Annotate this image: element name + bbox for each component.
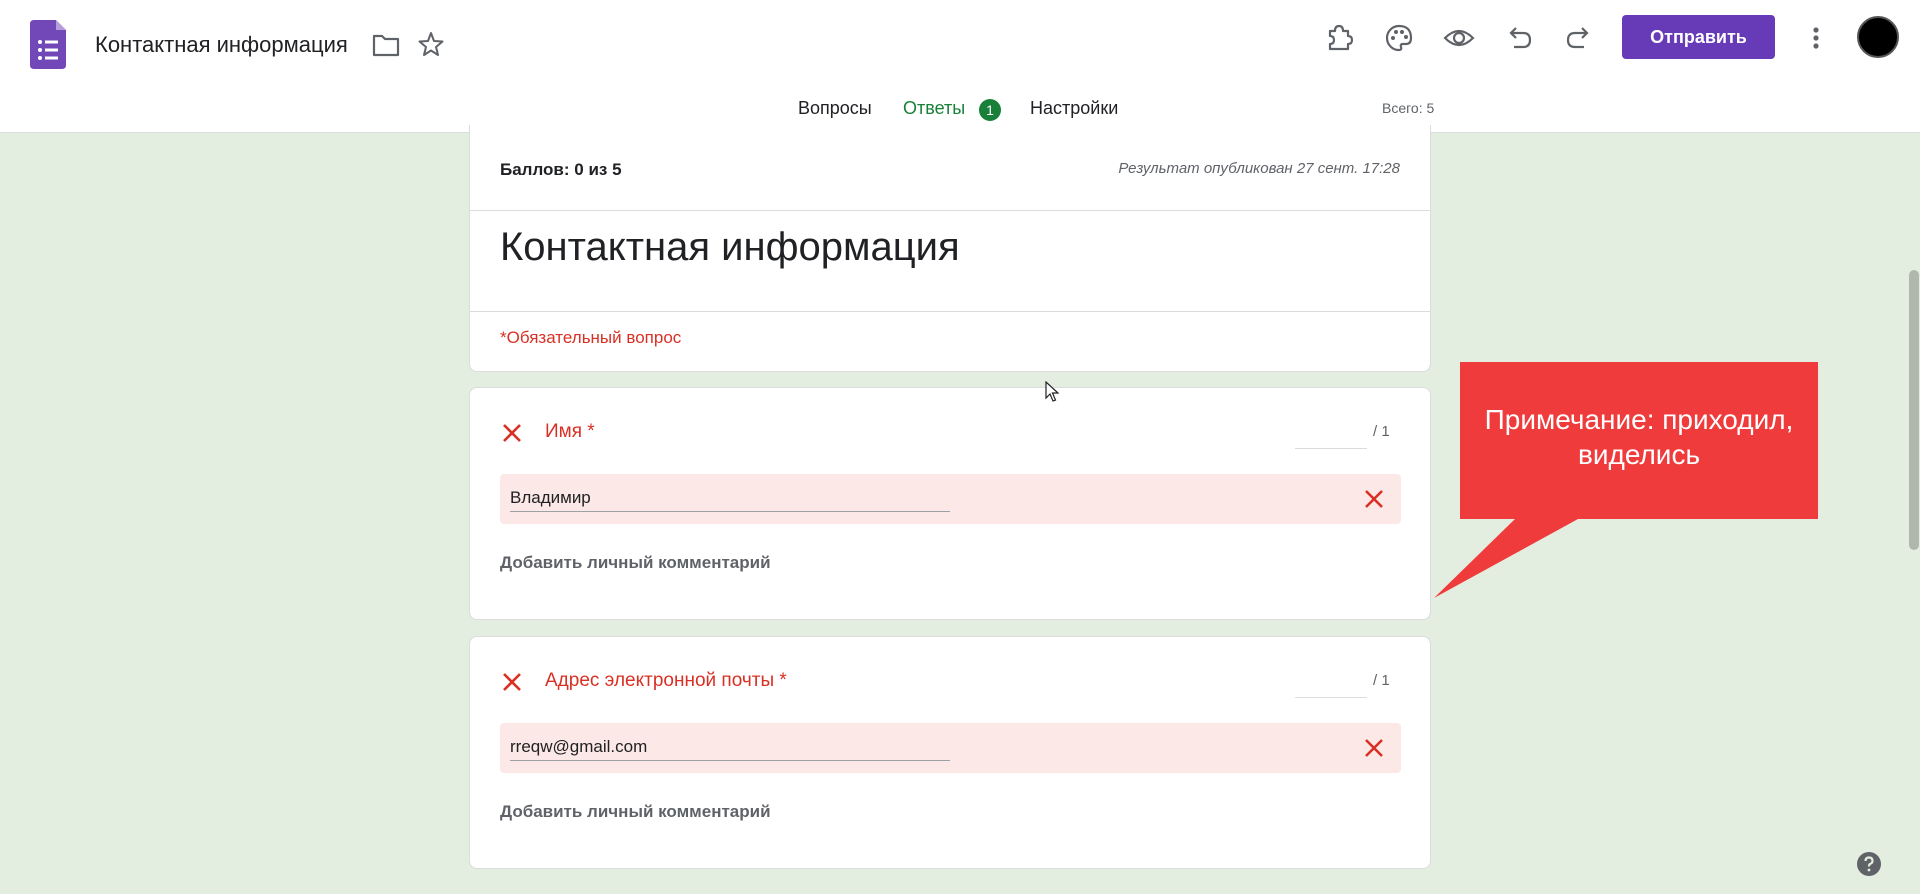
answer-box: Владимир xyxy=(500,474,1401,524)
more-vert-icon[interactable] xyxy=(1804,22,1828,54)
tab-settings[interactable]: Настройки xyxy=(1030,98,1118,119)
answer-underline xyxy=(510,511,950,512)
mouse-cursor-icon xyxy=(1045,381,1059,402)
forms-logo-icon[interactable] xyxy=(30,20,66,69)
incorrect-icon xyxy=(1365,490,1383,508)
required-note: *Обязательный вопрос xyxy=(500,328,682,347)
add-comment-link[interactable]: Добавить личный комментарий xyxy=(500,802,771,822)
divider xyxy=(470,210,1430,211)
divider xyxy=(470,311,1430,312)
incorrect-icon xyxy=(503,673,521,691)
points-max: / 1 xyxy=(1373,672,1390,689)
form-title: Контактная информация xyxy=(500,225,960,269)
star-icon[interactable] xyxy=(417,30,445,58)
app-header: Контактная информация Отправить Вопросы … xyxy=(0,0,1920,133)
points-input[interactable] xyxy=(1295,665,1367,698)
eye-icon[interactable] xyxy=(1443,22,1475,54)
answer-underline xyxy=(510,760,950,761)
callout-line: Примечание: приходил, xyxy=(1484,404,1794,435)
response-summary-card: Баллов: 0 из 5 Результат опубликован 27 … xyxy=(469,125,1431,372)
points-max: / 1 xyxy=(1373,423,1390,440)
puzzle-icon[interactable] xyxy=(1323,22,1355,54)
add-comment-link[interactable]: Добавить личный комментарий xyxy=(500,553,771,573)
answer-box: rreqw@gmail.com xyxy=(500,723,1401,773)
scrollbar-thumb[interactable] xyxy=(1909,270,1919,550)
incorrect-icon xyxy=(1365,739,1383,757)
folder-icon[interactable] xyxy=(372,32,400,58)
answer-text: rreqw@gmail.com xyxy=(510,737,648,756)
redo-icon[interactable] xyxy=(1563,22,1595,54)
callout-line: виделись xyxy=(1577,439,1701,470)
responses-count-badge: 1 xyxy=(979,99,1001,121)
question-title: Имя * xyxy=(545,421,595,442)
avatar[interactable] xyxy=(1857,16,1899,58)
incorrect-icon xyxy=(503,424,521,442)
points-input[interactable] xyxy=(1295,416,1367,449)
published-status: Результат опубликован 27 сент. 17:28 xyxy=(1118,160,1400,177)
callout-note: Примечание: приходил, виделись xyxy=(1460,402,1818,472)
answer-text: Владимир xyxy=(510,488,591,507)
document-title[interactable]: Контактная информация xyxy=(95,30,348,60)
total-score: Баллов: 0 из 5 xyxy=(500,160,622,179)
question-card-email: Адрес электронной почты * / 1 rreqw@gmai… xyxy=(469,636,1431,869)
question-title: Адрес электронной почты * xyxy=(545,670,787,691)
tab-questions[interactable]: Вопросы xyxy=(798,98,872,119)
question-card-name: Имя * / 1 Владимир Добавить личный комме… xyxy=(469,387,1431,620)
palette-icon[interactable] xyxy=(1383,22,1415,54)
send-button[interactable]: Отправить xyxy=(1622,15,1775,59)
undo-icon[interactable] xyxy=(1503,22,1535,54)
total-responses: Всего: 5 xyxy=(1382,100,1435,116)
tab-responses[interactable]: Ответы xyxy=(903,98,965,119)
help-icon[interactable] xyxy=(1856,851,1882,877)
